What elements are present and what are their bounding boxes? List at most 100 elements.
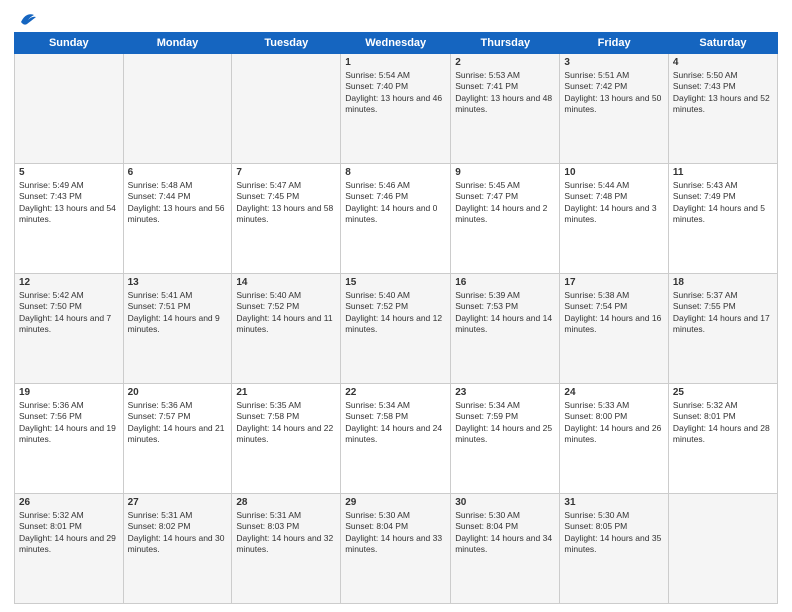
calendar-cell: 11 Sunrise: 5:43 AM Sunset: 7:49 PM Dayl… <box>668 164 777 274</box>
calendar-cell: 12 Sunrise: 5:42 AM Sunset: 7:50 PM Dayl… <box>15 274 124 384</box>
calendar-cell: 4 Sunrise: 5:50 AM Sunset: 7:43 PM Dayli… <box>668 54 777 164</box>
daylight-text: Daylight: 14 hours and 33 minutes. <box>345 533 442 554</box>
sunrise-text: Sunrise: 5:40 AM <box>236 290 301 300</box>
sunset-text: Sunset: 7:56 PM <box>19 411 82 421</box>
calendar-cell: 10 Sunrise: 5:44 AM Sunset: 7:48 PM Dayl… <box>560 164 668 274</box>
cell-content: Sunrise: 5:40 AM Sunset: 7:52 PM Dayligh… <box>345 290 446 336</box>
sunset-text: Sunset: 8:04 PM <box>345 521 408 531</box>
day-number: 20 <box>128 387 228 398</box>
weekday-header-monday: Monday <box>123 33 232 54</box>
calendar-week-row: 1 Sunrise: 5:54 AM Sunset: 7:40 PM Dayli… <box>15 54 778 164</box>
sunset-text: Sunset: 7:58 PM <box>236 411 299 421</box>
sunrise-text: Sunrise: 5:43 AM <box>673 180 738 190</box>
day-number: 30 <box>455 497 555 508</box>
daylight-text: Daylight: 14 hours and 22 minutes. <box>236 423 333 444</box>
sunset-text: Sunset: 7:40 PM <box>345 81 408 91</box>
day-number: 1 <box>345 57 446 68</box>
cell-content: Sunrise: 5:39 AM Sunset: 7:53 PM Dayligh… <box>455 290 555 336</box>
daylight-text: Daylight: 14 hours and 30 minutes. <box>128 533 225 554</box>
sunset-text: Sunset: 8:01 PM <box>19 521 82 531</box>
calendar-cell: 30 Sunrise: 5:30 AM Sunset: 8:04 PM Dayl… <box>451 494 560 604</box>
sunrise-text: Sunrise: 5:50 AM <box>673 70 738 80</box>
cell-content: Sunrise: 5:32 AM Sunset: 8:01 PM Dayligh… <box>673 400 773 446</box>
daylight-text: Daylight: 14 hours and 14 minutes. <box>455 313 552 334</box>
sunset-text: Sunset: 7:54 PM <box>564 301 627 311</box>
daylight-text: Daylight: 14 hours and 25 minutes. <box>455 423 552 444</box>
sunrise-text: Sunrise: 5:47 AM <box>236 180 301 190</box>
day-number: 24 <box>564 387 663 398</box>
calendar-cell: 9 Sunrise: 5:45 AM Sunset: 7:47 PM Dayli… <box>451 164 560 274</box>
day-number: 3 <box>564 57 663 68</box>
day-number: 22 <box>345 387 446 398</box>
day-number: 6 <box>128 167 228 178</box>
sunset-text: Sunset: 7:53 PM <box>455 301 518 311</box>
day-number: 19 <box>19 387 119 398</box>
sunset-text: Sunset: 7:41 PM <box>455 81 518 91</box>
cell-content: Sunrise: 5:41 AM Sunset: 7:51 PM Dayligh… <box>128 290 228 336</box>
calendar-week-row: 26 Sunrise: 5:32 AM Sunset: 8:01 PM Dayl… <box>15 494 778 604</box>
cell-content: Sunrise: 5:48 AM Sunset: 7:44 PM Dayligh… <box>128 180 228 226</box>
sunset-text: Sunset: 7:45 PM <box>236 191 299 201</box>
calendar-cell: 17 Sunrise: 5:38 AM Sunset: 7:54 PM Dayl… <box>560 274 668 384</box>
calendar-cell <box>668 494 777 604</box>
sunset-text: Sunset: 7:51 PM <box>128 301 191 311</box>
daylight-text: Daylight: 14 hours and 19 minutes. <box>19 423 116 444</box>
day-number: 16 <box>455 277 555 288</box>
calendar-cell: 1 Sunrise: 5:54 AM Sunset: 7:40 PM Dayli… <box>341 54 451 164</box>
sunrise-text: Sunrise: 5:48 AM <box>128 180 193 190</box>
daylight-text: Daylight: 13 hours and 48 minutes. <box>455 93 552 114</box>
sunrise-text: Sunrise: 5:32 AM <box>673 400 738 410</box>
daylight-text: Daylight: 14 hours and 28 minutes. <box>673 423 770 444</box>
calendar-week-row: 12 Sunrise: 5:42 AM Sunset: 7:50 PM Dayl… <box>15 274 778 384</box>
weekday-header-friday: Friday <box>560 33 668 54</box>
day-number: 31 <box>564 497 663 508</box>
calendar-cell: 7 Sunrise: 5:47 AM Sunset: 7:45 PM Dayli… <box>232 164 341 274</box>
sunset-text: Sunset: 7:58 PM <box>345 411 408 421</box>
cell-content: Sunrise: 5:34 AM Sunset: 7:59 PM Dayligh… <box>455 400 555 446</box>
sunrise-text: Sunrise: 5:51 AM <box>564 70 629 80</box>
cell-content: Sunrise: 5:34 AM Sunset: 7:58 PM Dayligh… <box>345 400 446 446</box>
sunset-text: Sunset: 7:49 PM <box>673 191 736 201</box>
cell-content: Sunrise: 5:43 AM Sunset: 7:49 PM Dayligh… <box>673 180 773 226</box>
sunset-text: Sunset: 7:42 PM <box>564 81 627 91</box>
sunrise-text: Sunrise: 5:34 AM <box>345 400 410 410</box>
sunset-text: Sunset: 8:00 PM <box>564 411 627 421</box>
cell-content: Sunrise: 5:37 AM Sunset: 7:55 PM Dayligh… <box>673 290 773 336</box>
sunrise-text: Sunrise: 5:38 AM <box>564 290 629 300</box>
calendar-cell: 28 Sunrise: 5:31 AM Sunset: 8:03 PM Dayl… <box>232 494 341 604</box>
daylight-text: Daylight: 14 hours and 11 minutes. <box>236 313 332 334</box>
cell-content: Sunrise: 5:30 AM Sunset: 8:04 PM Dayligh… <box>345 510 446 556</box>
sunset-text: Sunset: 7:48 PM <box>564 191 627 201</box>
daylight-text: Daylight: 14 hours and 35 minutes. <box>564 533 661 554</box>
sunset-text: Sunset: 8:05 PM <box>564 521 627 531</box>
calendar-cell: 16 Sunrise: 5:39 AM Sunset: 7:53 PM Dayl… <box>451 274 560 384</box>
day-number: 8 <box>345 167 446 178</box>
daylight-text: Daylight: 14 hours and 32 minutes. <box>236 533 333 554</box>
cell-content: Sunrise: 5:36 AM Sunset: 7:57 PM Dayligh… <box>128 400 228 446</box>
daylight-text: Daylight: 14 hours and 7 minutes. <box>19 313 111 334</box>
sunrise-text: Sunrise: 5:45 AM <box>455 180 520 190</box>
day-number: 17 <box>564 277 663 288</box>
sunset-text: Sunset: 8:01 PM <box>673 411 736 421</box>
sunrise-text: Sunrise: 5:31 AM <box>128 510 193 520</box>
day-number: 12 <box>19 277 119 288</box>
sunrise-text: Sunrise: 5:42 AM <box>19 290 84 300</box>
weekday-header-row: SundayMondayTuesdayWednesdayThursdayFrid… <box>15 33 778 54</box>
calendar-cell: 22 Sunrise: 5:34 AM Sunset: 7:58 PM Dayl… <box>341 384 451 494</box>
cell-content: Sunrise: 5:30 AM Sunset: 8:05 PM Dayligh… <box>564 510 663 556</box>
calendar-cell: 29 Sunrise: 5:30 AM Sunset: 8:04 PM Dayl… <box>341 494 451 604</box>
calendar-cell <box>15 54 124 164</box>
day-number: 29 <box>345 497 446 508</box>
calendar-cell: 31 Sunrise: 5:30 AM Sunset: 8:05 PM Dayl… <box>560 494 668 604</box>
calendar-cell: 13 Sunrise: 5:41 AM Sunset: 7:51 PM Dayl… <box>123 274 232 384</box>
day-number: 25 <box>673 387 773 398</box>
sunrise-text: Sunrise: 5:54 AM <box>345 70 410 80</box>
day-number: 7 <box>236 167 336 178</box>
cell-content: Sunrise: 5:40 AM Sunset: 7:52 PM Dayligh… <box>236 290 336 336</box>
daylight-text: Daylight: 14 hours and 5 minutes. <box>673 203 765 224</box>
day-number: 13 <box>128 277 228 288</box>
calendar-cell: 5 Sunrise: 5:49 AM Sunset: 7:43 PM Dayli… <box>15 164 124 274</box>
daylight-text: Daylight: 13 hours and 46 minutes. <box>345 93 442 114</box>
daylight-text: Daylight: 14 hours and 0 minutes. <box>345 203 437 224</box>
calendar-page: SundayMondayTuesdayWednesdayThursdayFrid… <box>0 0 792 612</box>
